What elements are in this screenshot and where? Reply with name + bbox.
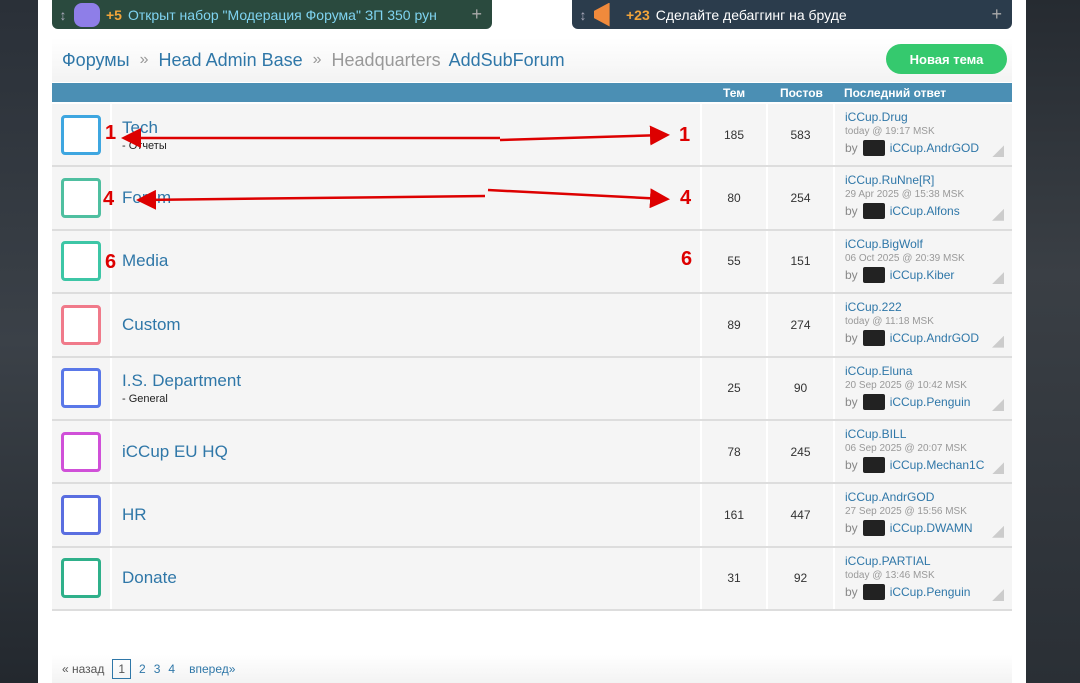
page-4[interactable]: 4 [168, 662, 175, 676]
page-2[interactable]: 2 [139, 662, 146, 676]
next-page-link[interactable]: вперед» [189, 662, 235, 676]
arrow-right [487, 188, 670, 209]
annotation-arrows [121, 125, 670, 210]
page-3[interactable]: 3 [154, 662, 161, 676]
page-1[interactable]: 1 [112, 659, 132, 679]
arrow-left [136, 189, 486, 210]
pagination: « назад 1 2 3 4 вперед» [52, 655, 1012, 683]
arrow-right [499, 125, 670, 146]
prev-page-link[interactable]: « назад [62, 662, 104, 676]
